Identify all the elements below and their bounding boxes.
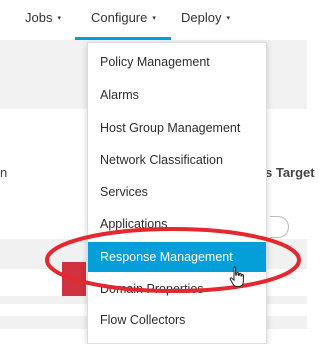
top-navigation: Jobs ▾ Configure ▾ Deploy ▾ <box>0 0 307 40</box>
nav-deploy-label: Deploy <box>181 10 222 25</box>
hand-cursor-icon <box>229 266 244 287</box>
chevron-down-icon: ▾ <box>57 15 61 22</box>
menu-item-policy-management[interactable]: Policy Management <box>88 47 266 77</box>
menu-item-flow-collectors[interactable]: Flow Collectors <box>88 305 266 335</box>
menu-item-host-group-management[interactable]: Host Group Management <box>88 113 266 143</box>
filter-input[interactable] <box>270 216 289 238</box>
table-header-left: n <box>0 165 8 180</box>
table-header-right: s Target <box>265 165 315 180</box>
nav-configure[interactable]: Configure ▾ <box>91 0 156 40</box>
configure-dropdown-menu: Policy Management Alarms Host Group Mana… <box>87 42 267 344</box>
chevron-down-icon: ▾ <box>152 15 156 22</box>
chevron-down-icon: ▾ <box>226 15 230 22</box>
nav-configure-label: Configure <box>91 10 148 25</box>
red-tab-marker <box>62 262 86 296</box>
menu-item-network-classification[interactable]: Network Classification <box>88 145 266 175</box>
nav-jobs-label: Jobs <box>25 10 53 25</box>
menu-item-alarms[interactable]: Alarms <box>88 80 266 110</box>
menu-item-services[interactable]: Services <box>88 177 266 207</box>
nav-jobs[interactable]: Jobs ▾ <box>25 0 61 40</box>
nav-deploy[interactable]: Deploy ▾ <box>181 0 230 40</box>
menu-item-applications[interactable]: Applications <box>88 209 266 239</box>
